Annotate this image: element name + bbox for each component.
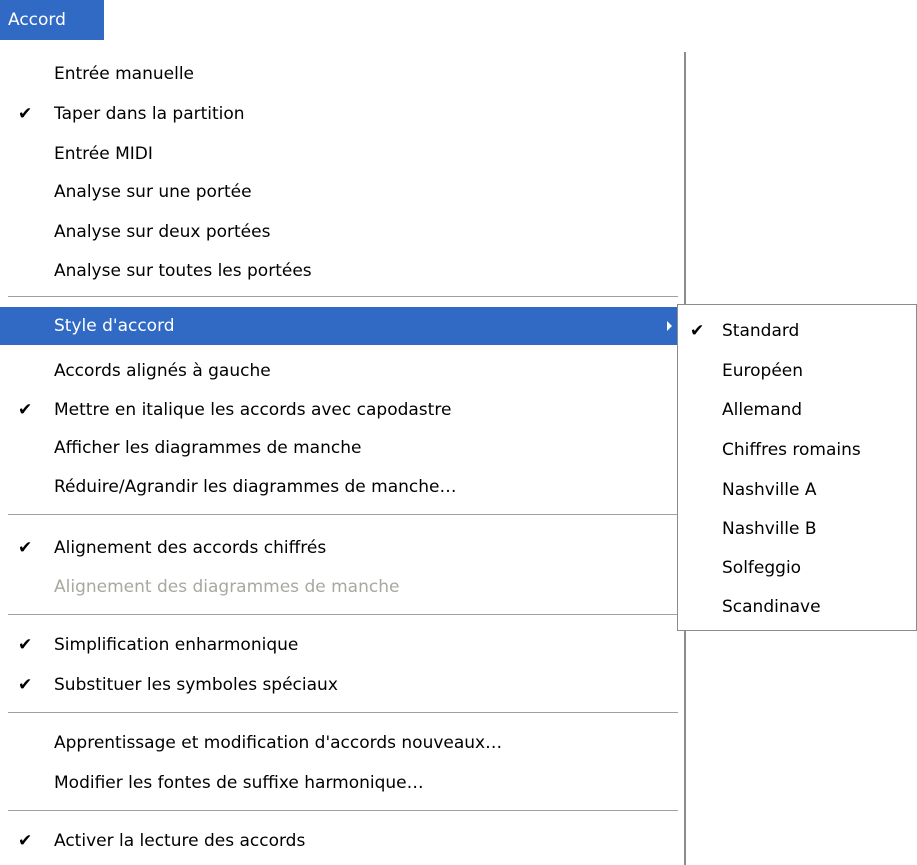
menu-item-label: Modifier les fontes de suffixe harmoniqu…	[54, 773, 424, 793]
submenu-item-chiffres-romains[interactable]: Chiffres romains	[678, 431, 916, 469]
menu-item-entree-manuelle[interactable]: Entrée manuelle	[0, 55, 680, 93]
menu-title-accord[interactable]: Accord	[0, 0, 104, 40]
menu-separator	[8, 614, 678, 616]
menu-item-label: Analyse sur une portée	[54, 182, 252, 202]
submenu-item-label: Nashville B	[722, 519, 817, 539]
menu-item-label: Accords alignés à gauche	[54, 361, 271, 381]
menu-item-reduire-agrandir-diagrammes[interactable]: Réduire/Agrandir les diagrammes de manch…	[0, 468, 680, 506]
submenu-arrow-icon	[667, 321, 672, 331]
menu-item-italique-capodastre[interactable]: ✔ Mettre en italique les accords avec ca…	[0, 391, 680, 429]
menu-item-label: Entrée manuelle	[54, 64, 195, 84]
submenu-item-label: Allemand	[722, 400, 803, 420]
menu-item-label: Afficher les diagrammes de manche	[54, 438, 362, 458]
menu-item-label: Mettre en italique les accords avec capo…	[54, 400, 452, 420]
menu-item-alignement-diagrammes: Alignement des diagrammes de manche	[0, 568, 680, 606]
menu-item-afficher-diagrammes[interactable]: Afficher les diagrammes de manche	[0, 429, 680, 467]
accord-menu: Entrée manuelle ✔ Taper dans la partitio…	[0, 52, 688, 865]
style-accord-submenu: ✔ Standard Européen Allemand Chiffres ro…	[677, 304, 917, 631]
submenu-item-scandinave[interactable]: Scandinave	[678, 588, 916, 626]
menu-item-alignement-accords-chiffres[interactable]: ✔ Alignement des accords chiffrés	[0, 529, 680, 567]
submenu-item-label: Chiffres romains	[722, 440, 861, 460]
submenu-item-nashville-a[interactable]: Nashville A	[678, 471, 916, 509]
submenu-item-label: Standard	[722, 321, 800, 341]
menu-item-label: Apprentissage et modification d'accords …	[54, 733, 503, 753]
menu-separator	[8, 712, 678, 714]
menu-separator	[8, 296, 678, 298]
menu-item-analyse-toutes-portees[interactable]: Analyse sur toutes les portées	[0, 252, 680, 290]
submenu-item-nashville-b[interactable]: Nashville B	[678, 510, 916, 548]
menu-item-analyse-deux-portees[interactable]: Analyse sur deux portées	[0, 213, 680, 251]
submenu-item-solfeggio[interactable]: Solfeggio	[678, 549, 916, 587]
submenu-item-label: Nashville A	[722, 480, 817, 500]
menu-item-label: Simplification enharmonique	[54, 635, 299, 655]
submenu-item-allemand[interactable]: Allemand	[678, 391, 916, 429]
check-icon: ✔	[18, 675, 33, 695]
check-icon: ✔	[18, 635, 33, 655]
check-icon: ✔	[690, 321, 705, 341]
menu-item-analyse-une-portee[interactable]: Analyse sur une portée	[0, 173, 680, 211]
menu-item-substituer-symboles[interactable]: ✔ Substituer les symboles spéciaux	[0, 666, 680, 704]
menu-item-label: Substituer les symboles spéciaux	[54, 675, 338, 695]
menu-item-accords-alignes-gauche[interactable]: Accords alignés à gauche	[0, 352, 680, 390]
check-icon: ✔	[18, 538, 33, 558]
menu-separator	[8, 514, 678, 516]
menu-item-label: Entrée MIDI	[54, 144, 153, 164]
submenu-item-label: Scandinave	[722, 597, 821, 617]
menu-item-label: Activer la lecture des accords	[54, 831, 306, 851]
check-icon: ✔	[18, 104, 33, 124]
menu-item-label: Analyse sur deux portées	[54, 222, 271, 242]
menu-item-label: Taper dans la partition	[54, 104, 245, 124]
menu-item-label: Analyse sur toutes les portées	[54, 261, 312, 281]
submenu-item-label: Solfeggio	[722, 558, 802, 578]
menu-item-simplification-enharmonique[interactable]: ✔ Simplification enharmonique	[0, 626, 680, 664]
submenu-item-standard[interactable]: ✔ Standard	[678, 312, 916, 350]
menu-item-style-accord[interactable]: Style d'accord	[0, 307, 680, 345]
menu-item-activer-lecture-accords[interactable]: ✔ Activer la lecture des accords	[0, 822, 680, 860]
menu-item-label: Alignement des diagrammes de manche	[54, 577, 400, 597]
check-icon: ✔	[18, 831, 33, 851]
menu-item-modifier-fontes-suffixe[interactable]: Modifier les fontes de suffixe harmoniqu…	[0, 764, 680, 802]
menu-separator	[8, 810, 678, 812]
menu-item-label: Alignement des accords chiffrés	[54, 538, 327, 558]
menu-item-label: Réduire/Agrandir les diagrammes de manch…	[54, 477, 457, 497]
check-icon: ✔	[18, 400, 33, 420]
submenu-item-europeen[interactable]: Européen	[678, 352, 916, 390]
menu-item-label: Style d'accord	[54, 316, 175, 336]
menu-item-taper-partition[interactable]: ✔ Taper dans la partition	[0, 95, 680, 133]
submenu-item-label: Européen	[722, 361, 804, 381]
menu-item-entree-midi[interactable]: Entrée MIDI	[0, 135, 680, 173]
menu-item-apprentissage-accords[interactable]: Apprentissage et modification d'accords …	[0, 724, 680, 762]
